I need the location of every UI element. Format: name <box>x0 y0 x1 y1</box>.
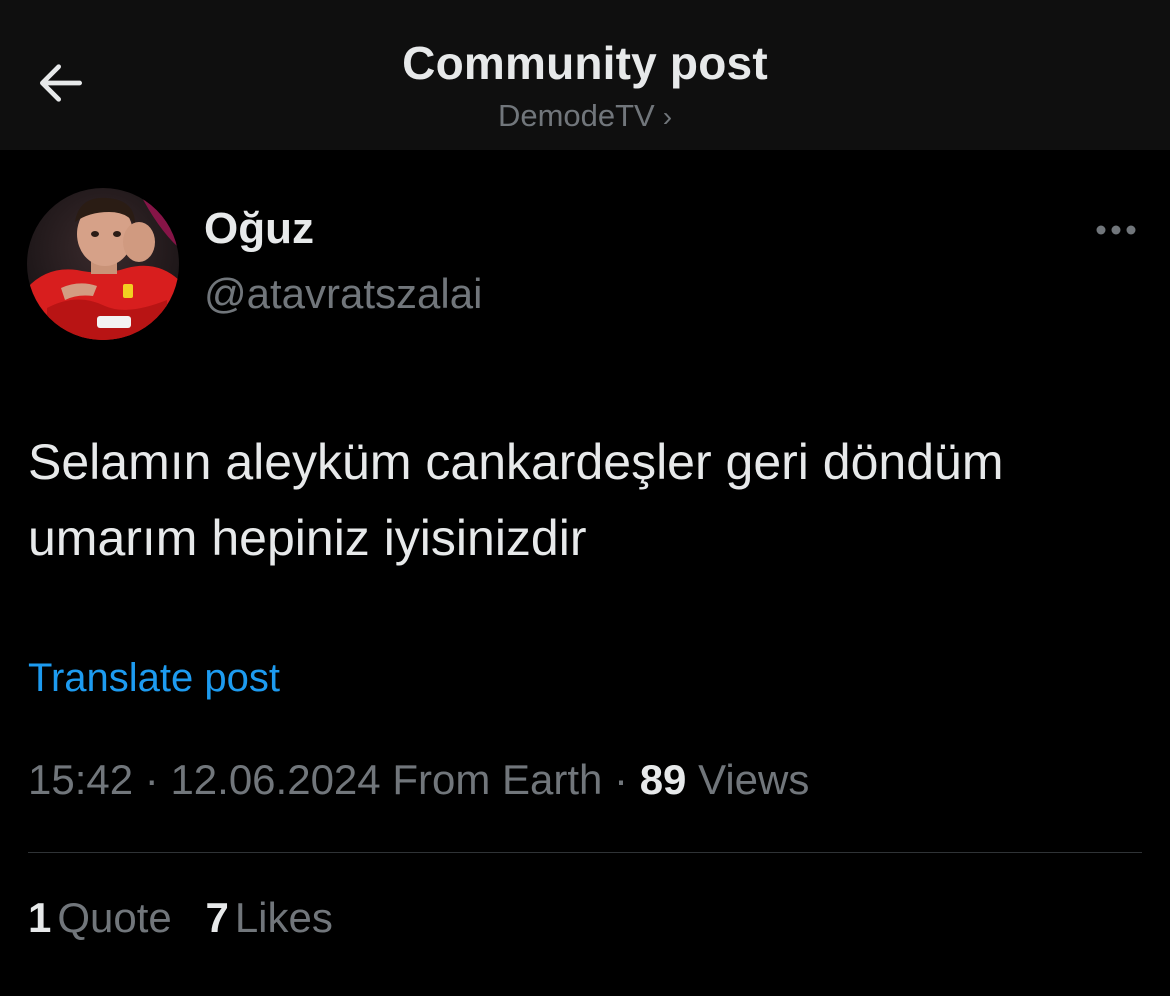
quotes-count: 1 <box>28 894 52 941</box>
views-label: Views <box>686 756 810 803</box>
meta-separator: · <box>133 756 171 803</box>
post-text-line: umarım hepiniz iyisinizdir <box>28 510 587 566</box>
likes-stat[interactable]: 7 Likes <box>205 894 332 942</box>
post-text: Selamın aleyküm cankardeşler geri döndüm… <box>28 424 1148 576</box>
engagement-stats: 1 Quote 7 Likes <box>28 894 355 942</box>
post-text-line: Selamın aleyküm cankardeşler geri döndüm <box>28 434 1004 490</box>
quotes-stat[interactable]: 1 Quote <box>28 894 172 942</box>
translate-post-link[interactable]: Translate post <box>28 656 280 701</box>
more-horizontal-icon <box>1096 225 1136 235</box>
post-time: 15:42 <box>28 756 134 803</box>
author-name[interactable]: Oğuz <box>204 204 314 254</box>
page-title: Community post <box>402 37 768 89</box>
avatar-image <box>27 188 179 340</box>
post-date: 12.06.2024 <box>170 756 381 803</box>
quotes-label: Quote <box>57 894 172 941</box>
divider <box>28 852 1142 853</box>
top-bar: Community post DemodeTV › <box>0 0 1170 150</box>
avatar[interactable] <box>27 188 179 340</box>
community-link[interactable]: DemodeTV › <box>0 98 1170 134</box>
views-count: 89 <box>639 756 687 803</box>
meta-separator: · <box>602 756 640 803</box>
post-meta: 15:42 · 12.06.2024 From Earth · 89 Views <box>28 756 809 804</box>
post-source: From Earth <box>380 756 603 803</box>
more-options-button[interactable] <box>1088 212 1144 248</box>
chevron-right-icon: › <box>662 101 673 132</box>
author-handle[interactable]: @atavratszalai <box>204 270 482 318</box>
likes-count: 7 <box>205 894 229 941</box>
community-name: DemodeTV <box>497 98 655 133</box>
likes-label: Likes <box>234 894 333 941</box>
